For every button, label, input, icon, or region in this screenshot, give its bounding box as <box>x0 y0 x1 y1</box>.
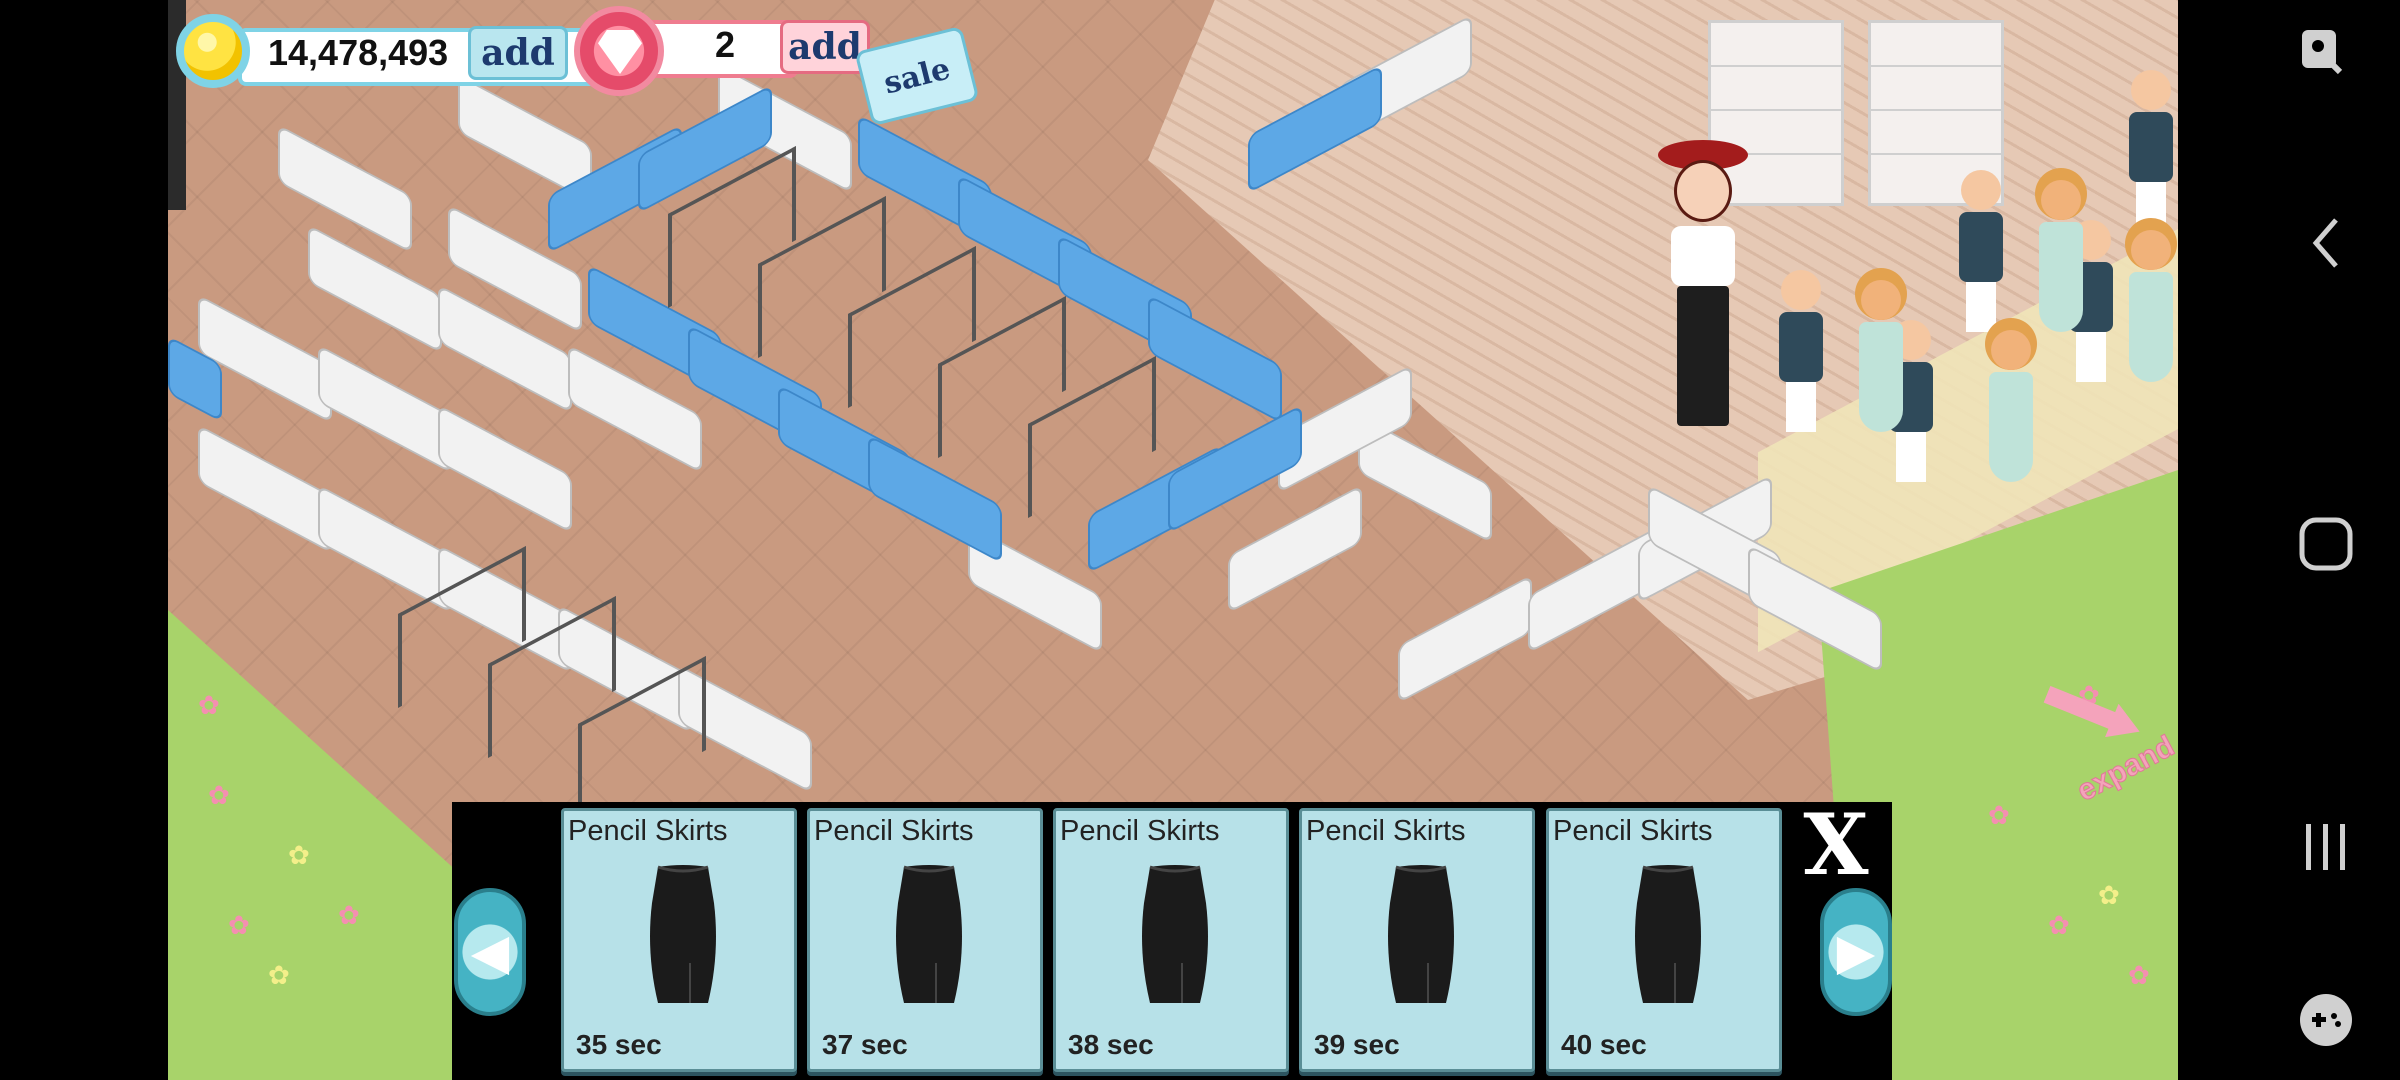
production-time: 37 sec <box>822 1029 908 1060</box>
game-tools-icon[interactable] <box>2298 992 2354 1048</box>
coin-balance: 14,478,493 <box>268 32 449 73</box>
production-time: 38 sec <box>1068 1029 1154 1060</box>
add-coins-button[interactable]: add <box>468 26 568 80</box>
item-name: Pencil Skirts <box>1060 815 1220 847</box>
production-item-card[interactable]: Pencil Skirts 40 sec <box>1546 808 1782 1072</box>
avatar-face <box>1674 160 1732 222</box>
display-table-blue[interactable] <box>868 434 1002 564</box>
home-icon[interactable] <box>2298 516 2354 572</box>
gem-balance: 2 <box>714 24 736 65</box>
pencil-skirt-icon <box>650 865 716 1003</box>
pencil-skirt-icon <box>1635 865 1701 1003</box>
flower-decoration: ✿ <box>288 840 310 870</box>
back-icon[interactable] <box>2310 216 2340 270</box>
close-panel-button[interactable]: X <box>1796 803 1876 887</box>
production-item-card[interactable]: Pencil Skirts 37 sec <box>807 808 1043 1072</box>
customer-model[interactable] <box>2128 70 2174 232</box>
recents-icon[interactable] <box>2302 822 2350 872</box>
display-table-blue[interactable] <box>1168 404 1302 534</box>
chevron-left-icon[interactable]: ◀ <box>454 888 526 1016</box>
avatar-top <box>1671 226 1735 286</box>
display-table[interactable] <box>308 224 442 354</box>
flower-decoration: ✿ <box>198 690 220 720</box>
display-table[interactable] <box>438 404 572 534</box>
display-table[interactable] <box>278 124 412 254</box>
production-item-card[interactable]: Pencil Skirts 39 sec <box>1299 808 1535 1072</box>
add-gems-button[interactable]: add <box>780 20 870 74</box>
customer-model[interactable] <box>1778 270 1824 432</box>
player-avatar[interactable] <box>1648 140 1758 440</box>
display-table[interactable] <box>318 344 452 474</box>
production-time: 40 sec <box>1561 1029 1647 1060</box>
production-time: 35 sec <box>576 1029 662 1060</box>
customer-model[interactable] <box>1988 330 2034 482</box>
flower-decoration: ✿ <box>228 910 250 940</box>
flower-decoration: ✿ <box>338 900 360 930</box>
customer-model[interactable] <box>2038 180 2084 332</box>
flower-decoration: ✿ <box>1988 800 2010 830</box>
item-name: Pencil Skirts <box>568 815 728 847</box>
flower-decoration: ✿ <box>268 960 290 990</box>
pencil-skirt-icon <box>1388 865 1454 1003</box>
production-item-card[interactable]: Pencil Skirts 38 sec <box>1053 808 1289 1072</box>
production-item-card[interactable]: Pencil Skirts 35 sec <box>561 808 797 1072</box>
display-table-blue[interactable] <box>1148 294 1282 424</box>
flower-decoration: ✿ <box>2128 960 2150 990</box>
gem-icon <box>574 6 664 96</box>
screenshot-edit-icon[interactable] <box>2300 26 2344 78</box>
avatar-pants <box>1677 286 1729 426</box>
display-table[interactable] <box>198 424 332 554</box>
display-table[interactable] <box>1228 484 1362 614</box>
display-table[interactable] <box>318 484 452 614</box>
customer-model[interactable] <box>1958 170 2004 332</box>
pencil-skirt-icon <box>896 865 962 1003</box>
production-time: 39 sec <box>1314 1029 1400 1060</box>
item-name: Pencil Skirts <box>1306 815 1466 847</box>
flower-decoration: ✿ <box>208 780 230 810</box>
system-navigation-bar <box>2178 0 2400 1080</box>
chevron-right-icon[interactable]: ▶ <box>1820 888 1892 1016</box>
customer-model[interactable] <box>1858 280 1904 432</box>
item-name: Pencil Skirts <box>1553 815 1713 847</box>
coin-icon <box>176 14 250 88</box>
flower-decoration: ✿ <box>2098 880 2120 910</box>
pencil-skirt-icon <box>1142 865 1208 1003</box>
flower-decoration: ✿ <box>2048 910 2070 940</box>
customer-model[interactable] <box>2128 230 2174 382</box>
display-table[interactable] <box>1398 574 1532 704</box>
item-name: Pencil Skirts <box>814 815 974 847</box>
